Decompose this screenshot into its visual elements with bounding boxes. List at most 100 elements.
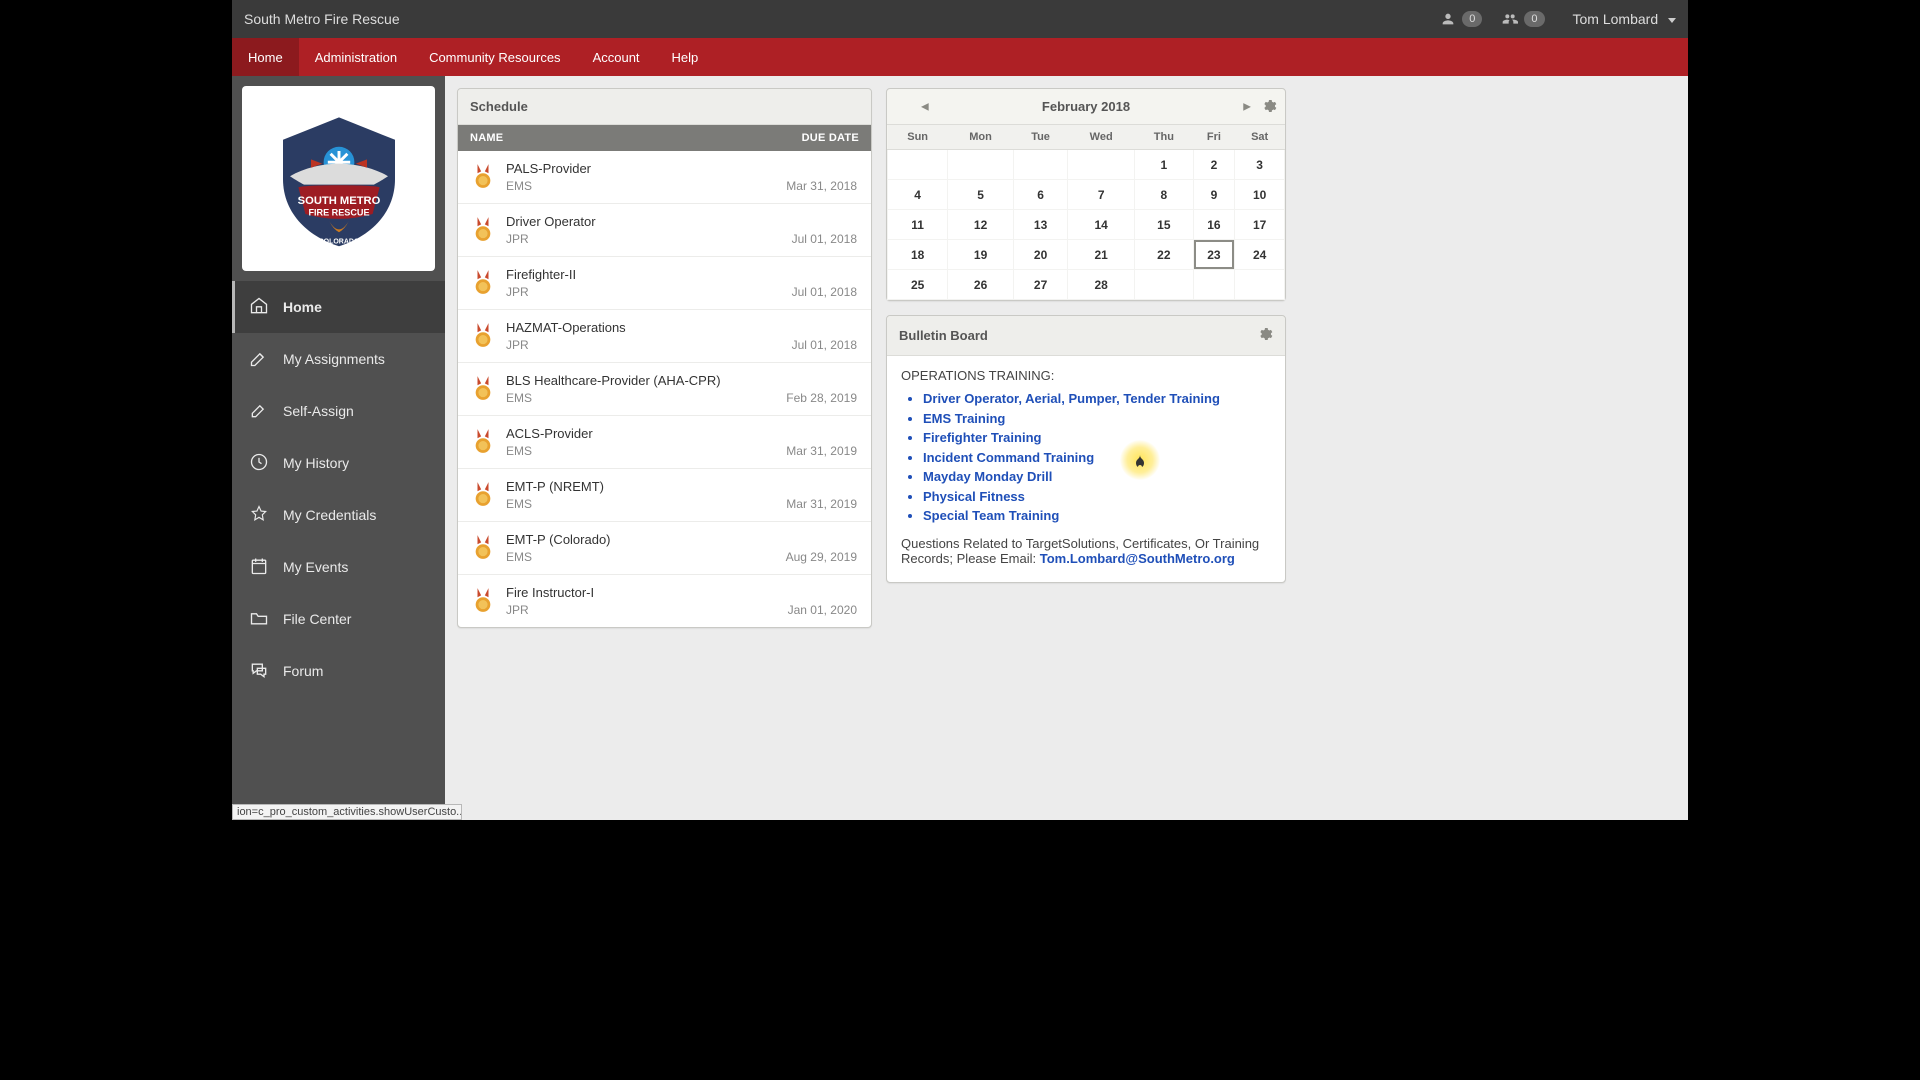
calendar-panel: ◀ February 2018 ▶ SunMonTueWedThuFriSat … bbox=[886, 88, 1286, 301]
calendar-day[interactable]: 26 bbox=[948, 270, 1014, 300]
calendar-day[interactable]: 1 bbox=[1135, 150, 1194, 180]
groups-button[interactable]: 0 bbox=[1502, 11, 1544, 28]
schedule-item-title: Fire Instructor-I bbox=[506, 585, 776, 600]
medal-icon bbox=[472, 321, 494, 352]
schedule-item[interactable]: EMT-P (NREMT)EMSMar 31, 2019 bbox=[458, 469, 871, 522]
schedule-item[interactable]: EMT-P (Colorado)EMSAug 29, 2019 bbox=[458, 522, 871, 575]
sidebar-item-label: My Credentials bbox=[283, 507, 376, 523]
calendar-day[interactable]: 17 bbox=[1235, 210, 1285, 240]
schedule-col-due: DUE DATE bbox=[802, 132, 859, 144]
topbar: South Metro Fire Rescue 0 0 Tom Lombard bbox=[232, 0, 1688, 38]
schedule-item[interactable]: Driver OperatorJPRJul 01, 2018 bbox=[458, 204, 871, 257]
schedule-item-category: EMS bbox=[506, 444, 774, 458]
sidebar-item-forum[interactable]: Forum bbox=[232, 645, 445, 697]
sidebar-item-my-events[interactable]: My Events bbox=[232, 541, 445, 593]
bulletin-link[interactable]: Mayday Monday Drill bbox=[923, 467, 1271, 487]
calendar-day[interactable]: 10 bbox=[1235, 180, 1285, 210]
calendar-day[interactable]: 14 bbox=[1068, 210, 1135, 240]
bulletin-link[interactable]: Special Team Training bbox=[923, 506, 1271, 526]
calendar-day[interactable]: 25 bbox=[888, 270, 948, 300]
sidebar-item-label: Self-Assign bbox=[283, 403, 354, 419]
sidebar-item-label: Home bbox=[283, 299, 322, 315]
sidebar-item-file-center[interactable]: File Center bbox=[232, 593, 445, 645]
svg-text:SOUTH METRO: SOUTH METRO bbox=[297, 195, 380, 207]
sidebar-item-self-assign[interactable]: Self-Assign bbox=[232, 385, 445, 437]
calendar-day[interactable]: 2 bbox=[1193, 150, 1235, 180]
calendar-weekday: Mon bbox=[948, 125, 1014, 150]
nav-tab-account[interactable]: Account bbox=[577, 38, 656, 76]
medal-icon bbox=[472, 162, 494, 193]
schedule-item-title: Driver Operator bbox=[506, 214, 780, 229]
calendar-weekday: Tue bbox=[1013, 125, 1067, 150]
bulletin-email-link[interactable]: Tom.Lombard@SouthMetro.org bbox=[1040, 551, 1235, 566]
folder-icon bbox=[249, 608, 269, 631]
schedule-item[interactable]: BLS Healthcare-Provider (AHA-CPR)EMSFeb … bbox=[458, 363, 871, 416]
schedule-item[interactable]: Firefighter-IIJPRJul 01, 2018 bbox=[458, 257, 871, 310]
calendar-day[interactable]: 19 bbox=[948, 240, 1014, 270]
calendar-day[interactable]: 21 bbox=[1068, 240, 1135, 270]
schedule-item-category: EMS bbox=[506, 179, 774, 193]
schedule-item[interactable]: ACLS-ProviderEMSMar 31, 2019 bbox=[458, 416, 871, 469]
bulletin-link[interactable]: Physical Fitness bbox=[923, 487, 1271, 507]
sidebar-item-my-history[interactable]: My History bbox=[232, 437, 445, 489]
calendar-weekday: Sat bbox=[1235, 125, 1285, 150]
user-icon bbox=[1440, 11, 1456, 28]
schedule-item-category: EMS bbox=[506, 497, 774, 511]
user-menu[interactable]: Tom Lombard bbox=[1573, 11, 1676, 27]
nav-tab-home[interactable]: Home bbox=[232, 38, 299, 76]
schedule-title: Schedule bbox=[470, 99, 528, 114]
star-icon bbox=[249, 504, 269, 527]
sidebar-item-my-credentials[interactable]: My Credentials bbox=[232, 489, 445, 541]
medal-icon bbox=[472, 268, 494, 299]
calendar-day[interactable]: 9 bbox=[1193, 180, 1235, 210]
calendar-day[interactable]: 5 bbox=[948, 180, 1014, 210]
bulletin-settings-button[interactable] bbox=[1257, 326, 1273, 345]
calendar-day[interactable]: 16 bbox=[1193, 210, 1235, 240]
calendar-settings-button[interactable] bbox=[1261, 98, 1277, 117]
calendar-day[interactable]: 8 bbox=[1135, 180, 1194, 210]
schedule-item[interactable]: Fire Instructor-IJPRJan 01, 2020 bbox=[458, 575, 871, 627]
bulletin-panel: Bulletin Board OPERATIONS TRAINING: Driv… bbox=[886, 315, 1286, 583]
bulletin-link[interactable]: Driver Operator, Aerial, Pumper, Tender … bbox=[923, 389, 1271, 409]
bulletin-link[interactable]: EMS Training bbox=[923, 409, 1271, 429]
calendar-day[interactable]: 3 bbox=[1235, 150, 1285, 180]
calendar-day[interactable]: 7 bbox=[1068, 180, 1135, 210]
calendar-day[interactable]: 15 bbox=[1135, 210, 1194, 240]
group-icon bbox=[1502, 11, 1518, 28]
nav-tab-community-resources[interactable]: Community Resources bbox=[413, 38, 577, 76]
calendar-next-button[interactable]: ▶ bbox=[1239, 97, 1255, 116]
schedule-item-title: ACLS-Provider bbox=[506, 426, 774, 441]
sidebar-item-label: File Center bbox=[283, 611, 351, 627]
schedule-item-title: Firefighter-II bbox=[506, 267, 780, 282]
schedule-item[interactable]: PALS-ProviderEMSMar 31, 2018 bbox=[458, 151, 871, 204]
bulletin-link[interactable]: Firefighter Training bbox=[923, 428, 1271, 448]
calendar-day[interactable]: 4 bbox=[888, 180, 948, 210]
nav-tab-help[interactable]: Help bbox=[656, 38, 715, 76]
calendar-day[interactable]: 28 bbox=[1068, 270, 1135, 300]
notifications-button[interactable]: 0 bbox=[1440, 11, 1482, 28]
calendar-day[interactable]: 18 bbox=[888, 240, 948, 270]
calendar-day[interactable]: 6 bbox=[1013, 180, 1067, 210]
calendar-day[interactable]: 22 bbox=[1135, 240, 1194, 270]
calendar-day[interactable]: 20 bbox=[1013, 240, 1067, 270]
sidebar-item-home[interactable]: Home bbox=[232, 281, 445, 333]
calendar-day[interactable]: 24 bbox=[1235, 240, 1285, 270]
schedule-item-category: JPR bbox=[506, 338, 780, 352]
calendar-day[interactable]: 13 bbox=[1013, 210, 1067, 240]
calendar-day[interactable]: 12 bbox=[948, 210, 1014, 240]
calendar-weekday: Sun bbox=[888, 125, 948, 150]
calendar-prev-button[interactable]: ◀ bbox=[917, 97, 933, 116]
bulletin-heading: OPERATIONS TRAINING: bbox=[901, 368, 1271, 383]
schedule-item-due: Jul 01, 2018 bbox=[792, 285, 857, 299]
schedule-item-due: Jan 01, 2020 bbox=[788, 603, 857, 617]
org-name: South Metro Fire Rescue bbox=[244, 11, 400, 27]
nav-tab-administration[interactable]: Administration bbox=[299, 38, 413, 76]
calendar-day[interactable]: 11 bbox=[888, 210, 948, 240]
sidebar-item-my-assignments[interactable]: My Assignments bbox=[232, 333, 445, 385]
calendar-day[interactable]: 27 bbox=[1013, 270, 1067, 300]
calendar-day[interactable]: 23 bbox=[1193, 240, 1235, 270]
schedule-item-due: Mar 31, 2018 bbox=[786, 179, 857, 193]
sidebar-item-label: My Events bbox=[283, 559, 348, 575]
schedule-item[interactable]: HAZMAT-OperationsJPRJul 01, 2018 bbox=[458, 310, 871, 363]
bulletin-link[interactable]: Incident Command Training bbox=[923, 448, 1271, 468]
